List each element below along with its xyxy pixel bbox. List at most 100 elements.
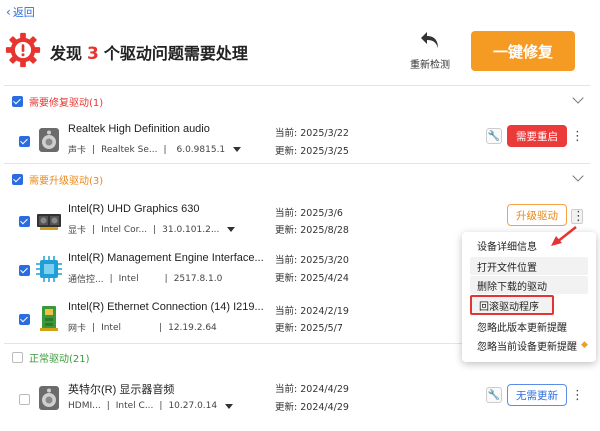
current-label: 当前: [275,384,298,395]
separator: | [153,224,157,235]
restart-required-button[interactable]: 需要重启 [507,125,567,147]
speaker-icon [39,128,59,152]
separator: | [159,322,163,333]
graphics-card-icon [37,214,61,230]
current-label: 当前: [275,255,298,266]
device-vendor: Intel [101,322,121,333]
device-vendor: Intel [118,273,139,284]
no-update-needed-button[interactable]: 无需更新 [507,384,567,406]
device-type: 声卡 [68,146,87,156]
section-repair-chevron-icon[interactable] [572,92,584,104]
annotation-arrow-icon [551,226,577,246]
section-normal-header[interactable]: 正常驱动(21) [12,350,90,365]
driver-row-realtek-audio: Realtek High Definition audio 声卡 | Realte… [0,117,600,167]
device-vendor: Realtek Se... [101,144,158,155]
separator: | [163,144,167,155]
current-label: 当前: [275,306,298,317]
version-dropdown-icon[interactable] [227,227,236,232]
row-checkbox[interactable] [19,394,30,405]
update-date: 更新: 2024/4/29 [275,399,349,413]
section-upgrade-header[interactable]: 需要升级驱动(3) [12,172,103,187]
section-repair-header[interactable]: 需要修复驱动(1) [12,94,103,109]
device-name: Intel(R) Ethernet Connection (14) I219..… [68,301,264,313]
update-label: 更新: [275,402,298,413]
section-normal-checkbox[interactable] [12,352,23,363]
back-label: 返回 [12,6,35,19]
update-label: 更新: [275,146,298,157]
version-dropdown-icon[interactable] [225,403,234,409]
menu-item-delete-downloaded-driver[interactable]: 删除下载的驱动 [470,276,588,294]
context-menu: 设备详细信息 打开文件位置 删除下载的驱动 回滚驱动程序 忽略此版本更新提醒 忽… [462,232,596,362]
update-date: 更新: 2025/8/28 [275,222,349,236]
page-title: 发现 3 个驱动问题需要处理 [50,40,248,64]
device-name: 英特尔(R) 显示器音频 [68,384,175,396]
device-name: Realtek High Definition audio [68,123,210,135]
device-meta: 通信控... | Intel | 2517.8.1.0 [68,272,223,286]
separator: | [92,224,96,235]
device-version: 31.0.101.2... [162,224,220,235]
current-date: 当前: 2025/3/22 [275,125,349,139]
chip-icon [36,256,62,282]
menu-item-ignore-device-updates[interactable]: 忽略当前设备更新提醒 ◆ [470,336,588,354]
more-options-icon[interactable]: ⋮ [571,209,585,224]
device-type: 网卡 [68,324,87,334]
menu-item-open-file-location[interactable]: 打开文件位置 [470,257,588,275]
issue-count: 3 [87,44,99,64]
section-repair-checkbox[interactable] [12,96,23,107]
driver-row-intel-display-audio: 英特尔(R) 显示器音频 HDMI... | Intel C... | 10.27.… [0,375,600,425]
current-date: 当前: 2024/4/29 [275,381,349,395]
row-checkbox[interactable] [19,216,30,227]
back-chevron-icon: ‹ [6,5,11,19]
device-version: 12.19.2.64 [168,322,217,333]
update-date-value: 2025/3/25 [300,146,349,157]
more-options-icon[interactable]: ⋮ [571,130,584,143]
one-click-fix-button[interactable]: 一键修复 [471,31,575,71]
device-meta: HDMI... | Intel C... | 10.27.0.14 [68,401,234,411]
row-checkbox[interactable] [19,136,30,147]
device-type: 显卡 [68,226,87,236]
current-date-value: 2025/3/6 [300,208,343,219]
title-suffix: 个驱动问题需要处理 [103,44,248,63]
update-date: 更新: 2025/3/25 [275,143,349,157]
wrench-icon[interactable]: 🔧 [486,128,502,144]
current-date-value: 2024/4/29 [300,384,349,395]
section-normal-label: 正常驱动(21) [29,354,90,365]
menu-item-ignore-this-version[interactable]: 忽略此版本更新提醒 [470,317,588,335]
upgrade-driver-button[interactable]: 升级驱动 [507,204,567,226]
section-upgrade-chevron-icon[interactable] [572,170,584,182]
current-date: 当前: 2024/2/19 [275,303,349,317]
update-date: 更新: 2025/4/24 [275,270,349,284]
row-checkbox[interactable] [19,265,30,276]
section-upgrade-label: 需要升级驱动(3) [29,176,104,187]
update-date-value: 2025/5/7 [300,323,343,334]
device-name: Intel(R) UHD Graphics 630 [68,203,200,215]
menu-item-rollback-driver[interactable]: 回滚驱动程序 [470,295,554,315]
divider [4,85,590,86]
device-version: 6.0.9815.1 [176,144,226,155]
device-version: 2517.8.1.0 [173,273,223,284]
recheck-button[interactable]: 重新检测 [405,30,455,71]
device-meta: 声卡 | Realtek Se... | 6.0.9815.1 [68,143,242,156]
update-date-value: 2025/8/28 [300,225,349,236]
update-date: 更新: 2025/5/7 [275,320,343,334]
separator: | [106,401,110,411]
version-dropdown-icon[interactable] [233,147,242,152]
section-upgrade-checkbox[interactable] [12,174,23,185]
update-date-value: 2024/4/29 [300,402,349,413]
device-vendor: Intel C... [115,401,154,411]
current-label: 当前: [275,208,298,219]
current-date: 当前: 2025/3/20 [275,252,349,266]
update-label: 更新: [275,225,298,236]
undo-arrow-icon [421,32,438,48]
wrench-icon[interactable]: 🔧 [486,387,502,403]
device-meta: 网卡 | Intel | 12.19.2.64 [68,321,217,335]
separator: | [92,144,96,155]
update-label: 更新: [275,273,298,284]
row-checkbox[interactable] [19,314,30,325]
device-meta: 显卡 | Intel Cor... | 31.0.101.2... [68,223,236,236]
current-date-value: 2024/2/19 [300,306,349,317]
more-options-icon[interactable]: ⋮ [571,389,584,402]
device-name: Intel(R) Management Engine Interface... [68,252,264,264]
update-label: 更新: [275,323,298,334]
back-link[interactable]: ‹ 返回 [6,4,35,20]
